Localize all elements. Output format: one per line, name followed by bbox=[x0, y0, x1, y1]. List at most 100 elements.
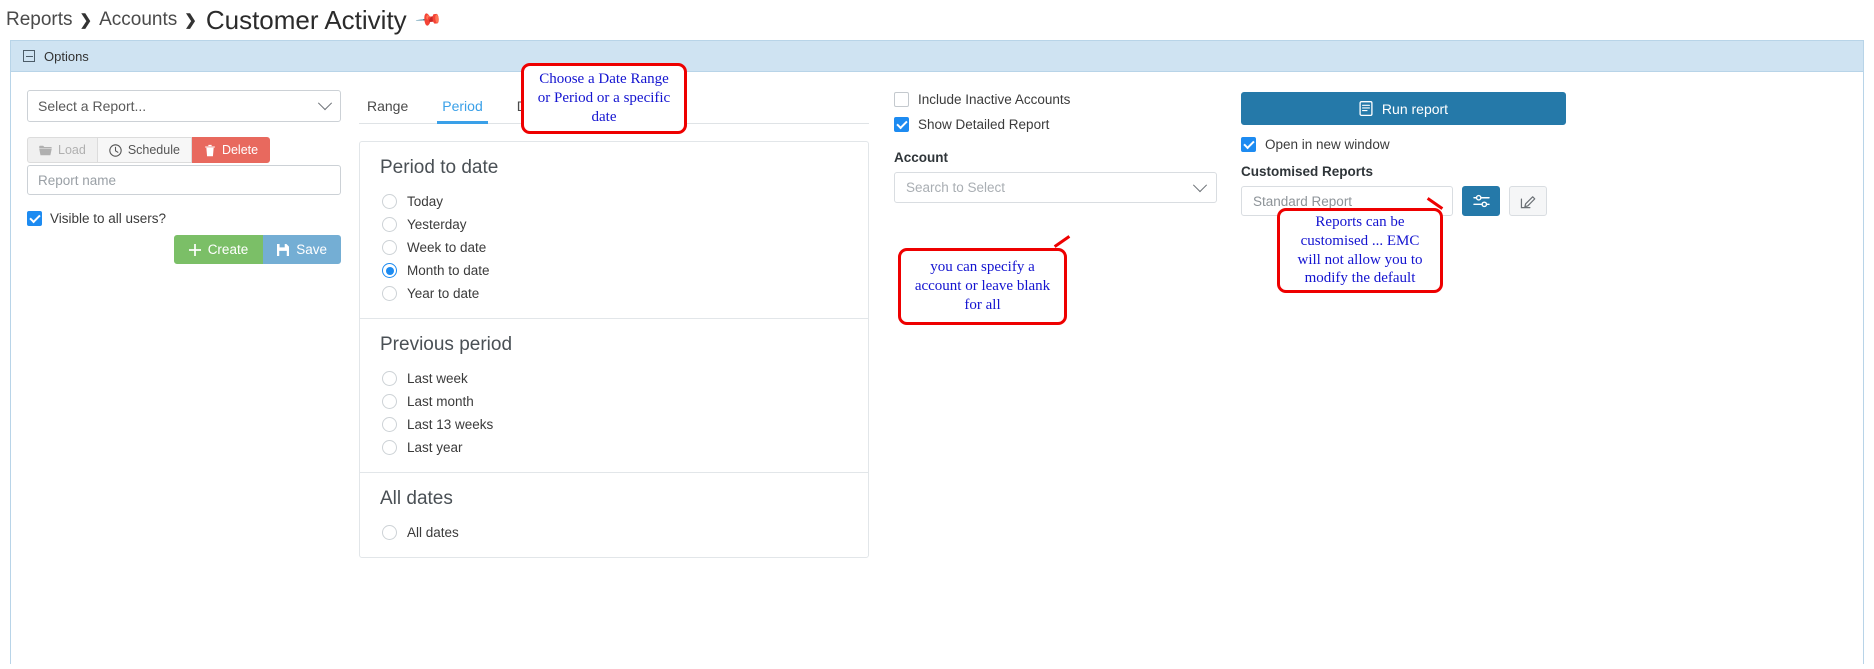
include-inactive-accounts-row[interactable]: Include Inactive Accounts bbox=[894, 92, 1219, 107]
date-selection-column: Range Period Date Period to date Today Y… bbox=[349, 90, 869, 558]
create-button[interactable]: Create bbox=[173, 235, 264, 264]
radio-label: Week to date bbox=[407, 240, 487, 255]
create-button-label: Create bbox=[207, 242, 249, 257]
period-section-all-dates: All dates All dates bbox=[360, 473, 868, 557]
delete-button-label: Delete bbox=[221, 143, 259, 157]
create-save-group: Create Save bbox=[27, 235, 341, 264]
radio-label: All dates bbox=[407, 525, 459, 540]
radio-option-month-to-date[interactable]: Month to date bbox=[360, 259, 868, 282]
report-icon bbox=[1359, 101, 1373, 116]
account-search-placeholder: Search to Select bbox=[906, 180, 1006, 195]
breadcrumb-item-reports[interactable]: Reports bbox=[6, 9, 73, 31]
radio-icon[interactable] bbox=[382, 194, 397, 209]
report-actions-group: Load Schedule Delete bbox=[27, 137, 341, 163]
pin-icon[interactable]: 📌 bbox=[414, 6, 442, 35]
open-in-new-window-label: Open in new window bbox=[1265, 137, 1390, 152]
trash-icon bbox=[205, 144, 215, 156]
radio-icon[interactable] bbox=[382, 240, 397, 255]
radio-option-week-to-date[interactable]: Week to date bbox=[360, 236, 868, 259]
radio-label: Today bbox=[407, 194, 444, 209]
breadcrumb-item-accounts[interactable]: Accounts bbox=[99, 9, 177, 31]
period-section-previous-period: Previous period Last week Last month Las… bbox=[360, 319, 868, 473]
account-field-label: Account bbox=[894, 150, 948, 165]
customise-settings-button[interactable] bbox=[1462, 186, 1500, 216]
radio-label: Month to date bbox=[407, 263, 490, 278]
folder-icon bbox=[39, 145, 52, 155]
options-panel: Options Select a Report... Load Schedule… bbox=[10, 40, 1864, 664]
period-section-period-to-date: Period to date Today Yesterday Week to d… bbox=[360, 142, 868, 319]
saved-reports-column: Select a Report... Load Schedule Delete … bbox=[19, 90, 349, 558]
radio-option-year-to-date[interactable]: Year to date bbox=[360, 282, 868, 305]
customised-report-value: Standard Report bbox=[1253, 193, 1353, 209]
annotation-account: you can specify a account or leave blank… bbox=[898, 248, 1067, 325]
run-report-column: Run report Open in new window Customised… bbox=[1219, 90, 1855, 558]
radio-label: Last year bbox=[407, 440, 463, 455]
radio-icon-selected[interactable] bbox=[382, 263, 397, 278]
visible-to-all-users-label: Visible to all users? bbox=[50, 211, 167, 226]
collapse-minus-icon[interactable] bbox=[23, 50, 35, 62]
run-report-button[interactable]: Run report bbox=[1241, 92, 1566, 125]
save-button-label: Save bbox=[296, 242, 327, 257]
open-in-new-window-checkbox[interactable] bbox=[1241, 137, 1256, 152]
radio-icon[interactable] bbox=[382, 440, 397, 455]
visible-to-all-users-row[interactable]: Visible to all users? bbox=[27, 211, 341, 226]
annotation-date-range: Choose a Date Range or Period or a speci… bbox=[521, 63, 687, 134]
radio-option-yesterday[interactable]: Yesterday bbox=[360, 213, 868, 236]
section-title: All dates bbox=[380, 488, 453, 509]
radio-option-last-13-weeks[interactable]: Last 13 weeks bbox=[360, 413, 868, 436]
tab-range[interactable]: Range bbox=[365, 90, 410, 123]
radio-label: Last month bbox=[407, 394, 474, 409]
run-report-label: Run report bbox=[1381, 100, 1449, 117]
pencil-square-icon bbox=[1520, 195, 1536, 208]
show-detailed-report-label: Show Detailed Report bbox=[918, 117, 1050, 132]
radio-option-last-week[interactable]: Last week bbox=[360, 367, 868, 390]
schedule-button[interactable]: Schedule bbox=[97, 137, 192, 163]
radio-label: Last 13 weeks bbox=[407, 417, 494, 432]
radio-icon[interactable] bbox=[382, 394, 397, 409]
tab-period[interactable]: Period bbox=[437, 90, 489, 124]
delete-button[interactable]: Delete bbox=[191, 137, 271, 163]
page-title: Customer Activity bbox=[205, 4, 407, 35]
section-title: Previous period bbox=[380, 334, 513, 355]
open-in-new-window-row[interactable]: Open in new window bbox=[1241, 137, 1855, 152]
radio-option-all-dates[interactable]: All dates bbox=[360, 521, 868, 544]
breadcrumb-separator-icon: ❯ bbox=[79, 12, 93, 29]
select-report-dropdown[interactable]: Select a Report... bbox=[27, 90, 341, 122]
annotation-customise: Reports can be customised ... EMC will n… bbox=[1277, 208, 1443, 293]
radio-icon[interactable] bbox=[382, 525, 397, 540]
radio-label: Last week bbox=[407, 371, 468, 386]
report-name-input[interactable]: Report name bbox=[27, 165, 341, 195]
radio-option-last-month[interactable]: Last month bbox=[360, 390, 868, 413]
account-search-select[interactable]: Search to Select bbox=[894, 172, 1217, 203]
show-detailed-report-checkbox[interactable] bbox=[894, 117, 909, 132]
radio-option-last-year[interactable]: Last year bbox=[360, 436, 868, 459]
report-name-placeholder: Report name bbox=[38, 172, 117, 188]
chevron-down-icon bbox=[317, 96, 333, 111]
show-detailed-report-row[interactable]: Show Detailed Report bbox=[894, 117, 1219, 132]
breadcrumb: Reports ❯ Accounts ❯ Customer Activity 📌 bbox=[0, 0, 1874, 40]
chevron-down-icon bbox=[1192, 177, 1208, 192]
floppy-disk-icon bbox=[277, 243, 290, 256]
radio-icon[interactable] bbox=[382, 417, 397, 432]
include-inactive-accounts-checkbox[interactable] bbox=[894, 92, 909, 107]
radio-icon[interactable] bbox=[382, 371, 397, 386]
load-button[interactable]: Load bbox=[27, 137, 98, 163]
breadcrumb-separator-icon: ❯ bbox=[184, 12, 197, 29]
radio-label: Year to date bbox=[407, 286, 480, 301]
radio-icon[interactable] bbox=[382, 286, 397, 301]
radio-icon[interactable] bbox=[382, 217, 397, 232]
include-inactive-accounts-label: Include Inactive Accounts bbox=[918, 92, 1071, 107]
plus-icon bbox=[188, 243, 201, 256]
visible-to-all-users-checkbox[interactable] bbox=[27, 211, 42, 226]
load-button-label: Load bbox=[58, 143, 86, 157]
select-report-value: Select a Report... bbox=[38, 98, 147, 114]
options-panel-header[interactable]: Options bbox=[11, 41, 1863, 72]
edit-report-button[interactable] bbox=[1509, 186, 1547, 216]
clock-icon bbox=[109, 143, 122, 157]
radio-option-today[interactable]: Today bbox=[360, 190, 868, 213]
save-button[interactable]: Save bbox=[263, 235, 341, 264]
options-panel-title: Options bbox=[44, 48, 89, 64]
customised-reports-label: Customised Reports bbox=[1241, 164, 1374, 179]
radio-label: Yesterday bbox=[407, 217, 467, 232]
sliders-icon bbox=[1472, 194, 1490, 207]
